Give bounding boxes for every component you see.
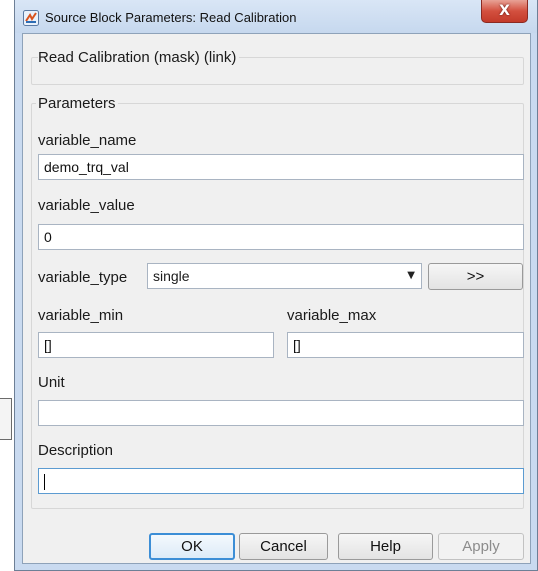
background-window-edge xyxy=(0,398,12,440)
variable-min-input[interactable]: [] xyxy=(38,332,274,358)
variable-name-label: variable_name xyxy=(38,132,137,149)
data-type-assistant-button[interactable]: >> xyxy=(428,263,523,290)
variable-type-value: single xyxy=(153,268,190,284)
cancel-button[interactable]: Cancel xyxy=(239,533,328,560)
variable-type-label: variable_type xyxy=(38,269,128,286)
apply-button[interactable]: Apply xyxy=(438,533,524,560)
title-bar[interactable]: Source Block Parameters: Read Calibratio… xyxy=(15,0,537,33)
help-button[interactable]: Help xyxy=(338,533,433,560)
block-description: Read Calibration (mask) (link) xyxy=(38,49,240,66)
dialog-window: Source Block Parameters: Read Calibratio… xyxy=(14,0,538,571)
ok-button[interactable]: OK xyxy=(149,533,235,560)
variable-value-input[interactable]: 0 xyxy=(38,224,524,250)
variable-type-select[interactable]: single ▼ xyxy=(147,263,422,289)
description-input[interactable] xyxy=(38,468,524,494)
variable-name-input[interactable]: demo_trq_val xyxy=(38,154,524,180)
variable-max-input[interactable]: [] xyxy=(287,332,524,358)
simulink-app-icon xyxy=(23,10,39,26)
close-button[interactable]: X xyxy=(481,0,528,23)
dropdown-arrow-icon: ▼ xyxy=(407,270,415,281)
variable-min-label: variable_min xyxy=(38,307,124,324)
unit-input[interactable] xyxy=(38,400,524,426)
variable-max-label: variable_max xyxy=(287,307,377,324)
description-label: Description xyxy=(38,442,114,459)
variable-value-label: variable_value xyxy=(38,197,135,214)
unit-label: Unit xyxy=(38,374,65,391)
close-icon: X xyxy=(499,3,510,19)
dialog-body: Read Calibration (mask) (link) Parameter… xyxy=(22,33,531,564)
window-title: Source Block Parameters: Read Calibratio… xyxy=(45,10,297,25)
parameters-group-label: Parameters xyxy=(36,95,118,112)
text-caret xyxy=(44,474,45,491)
